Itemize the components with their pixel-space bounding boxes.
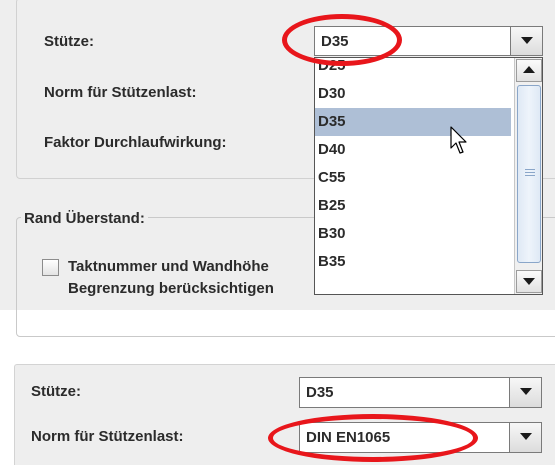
support-label: Stütze: [44, 33, 94, 50]
highlight-ellipse-support [282, 14, 402, 66]
thumb-grip-line [525, 175, 535, 176]
factor-label: Faktor Durchlaufwirkung: [44, 134, 227, 151]
dropdown-item-b25[interactable]: B25 [315, 192, 511, 220]
support-dropdown-list[interactable]: D25 D30 D35 D40 C55 B25 B30 B35 [314, 57, 543, 295]
checkbox-label-line2: Begrenzung berücksichtigen [68, 280, 274, 297]
dropdown-scrollbar[interactable] [514, 58, 542, 294]
dropdown-item-d35[interactable]: D35 [315, 108, 511, 136]
edge-overhang-title: Rand Überstand: [21, 210, 148, 227]
thumb-grip-line [525, 172, 535, 173]
bottom-support-arrow-button[interactable] [509, 377, 542, 408]
dropdown-item-b30[interactable]: B30 [315, 220, 511, 248]
dropdown-item-c55[interactable]: C55 [315, 164, 511, 192]
scroll-up-icon [523, 66, 535, 73]
support-combo-arrow-button[interactable] [510, 26, 543, 56]
mouse-pointer-icon [450, 126, 467, 154]
scrollbar-thumb[interactable] [517, 85, 541, 263]
dropdown-item-d40[interactable]: D40 [315, 136, 511, 164]
checkbox-label-line1: Taktnummer und Wandhöhe [68, 258, 269, 275]
scroll-up-button[interactable] [516, 59, 542, 82]
cycle-wall-height-checkbox[interactable] [42, 259, 59, 276]
chevron-down-icon [520, 433, 532, 440]
dropdown-item-d30[interactable]: D30 [315, 80, 511, 108]
bottom-support-combobox[interactable]: D35 [299, 377, 542, 408]
scroll-down-button[interactable] [516, 270, 542, 293]
scroll-down-icon [523, 278, 535, 285]
highlight-ellipse-norm [268, 414, 478, 462]
norm-label: Norm für Stützenlast: [44, 84, 197, 101]
thumb-grip-line [525, 169, 535, 170]
bottom-support-label: Stütze: [31, 383, 81, 400]
chevron-down-icon [521, 37, 533, 44]
chevron-down-icon [520, 388, 532, 395]
bottom-norm-label: Norm für Stützenlast: [31, 428, 184, 445]
norm-arrow-button[interactable] [509, 422, 542, 453]
dropdown-item-b35[interactable]: B35 [315, 248, 511, 276]
bottom-support-value: D35 [306, 384, 334, 401]
